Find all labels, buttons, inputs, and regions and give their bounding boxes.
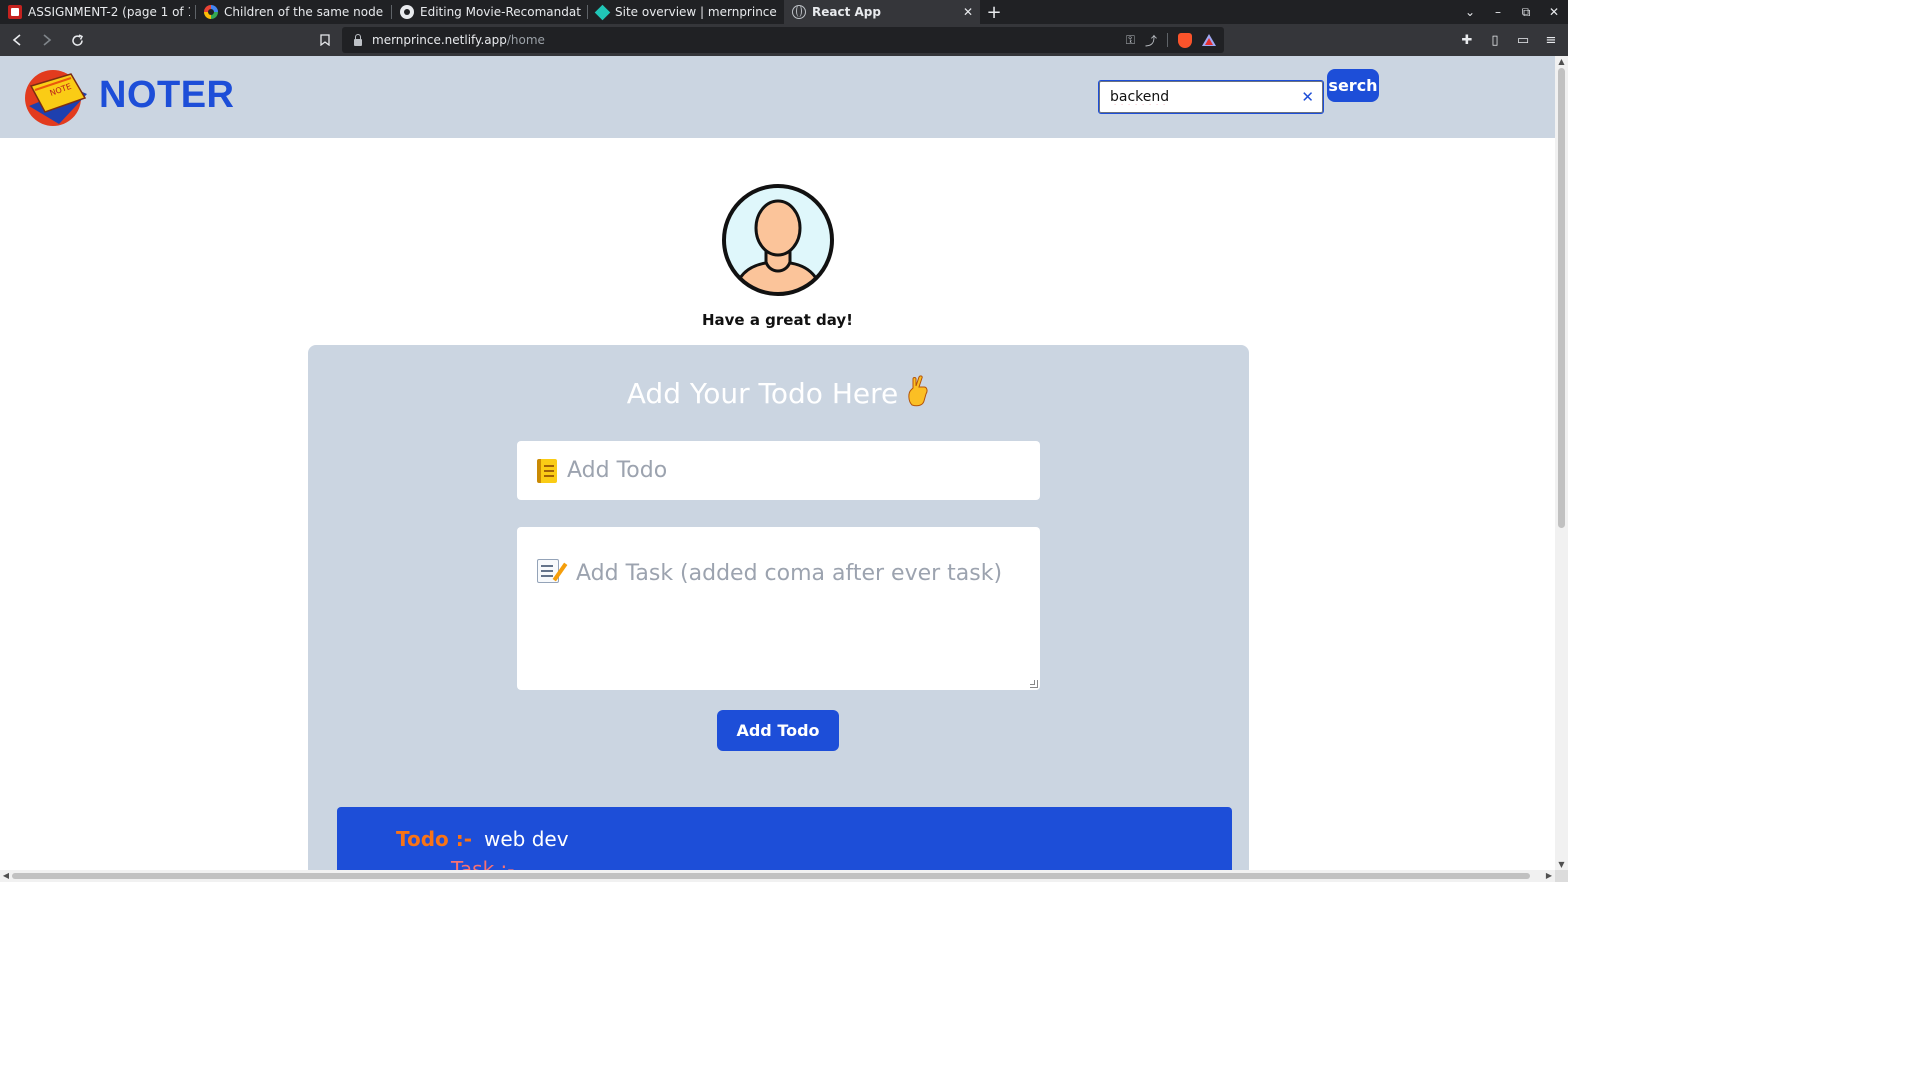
page-viewport: NOTE NOTER ✕ serch Have a great day! Add… <box>0 56 1555 870</box>
lock-icon[interactable] <box>354 33 362 46</box>
browser-tab[interactable]: Children of the same node are <box>196 0 392 24</box>
pdf-icon <box>8 5 22 19</box>
todo-card: Todo :- web dev Task :- <box>337 807 1232 870</box>
user-avatar <box>722 184 834 296</box>
browser-tab[interactable]: Editing Movie-Recomandation <box>392 0 588 24</box>
new-tab-button[interactable]: + <box>980 0 1008 24</box>
brand-title[interactable]: NOTER <box>99 74 235 117</box>
search-input[interactable] <box>1110 89 1290 105</box>
tab-search-icon[interactable]: ⌄ <box>1456 5 1484 19</box>
github-icon <box>400 5 414 19</box>
todo-input-placeholder: Add Todo <box>567 458 668 483</box>
todo-input[interactable]: Add Todo <box>517 441 1040 500</box>
tab-title: Children of the same node are <box>224 5 386 19</box>
horizontal-scrollbar[interactable]: ◀ ▶ <box>0 870 1555 882</box>
todo-value: web dev <box>484 827 569 851</box>
restore-icon[interactable]: ⧉ <box>1512 5 1540 20</box>
form-title: Add Your Todo Here <box>308 375 1249 410</box>
back-icon[interactable] <box>4 27 30 53</box>
close-tab-icon[interactable]: ✕ <box>962 5 974 19</box>
horizontal-scroll-thumb[interactable] <box>12 873 1530 879</box>
noter-logo-icon[interactable]: NOTE <box>23 66 89 128</box>
browser-tab-active[interactable]: React App ✕ <box>784 0 980 24</box>
wallet-icon[interactable]: ▭ <box>1512 33 1534 48</box>
notebook-icon <box>537 458 557 483</box>
tab-title: Editing Movie-Recomandation <box>420 5 582 19</box>
scroll-right-icon[interactable]: ▶ <box>1543 870 1555 882</box>
toolbar-actions: ✚ ▯ ▭ ≡ <box>1456 24 1562 56</box>
share-icon[interactable]: ⤴ <box>1145 32 1157 49</box>
url-path: /home <box>506 33 545 47</box>
search-button[interactable]: serch <box>1327 69 1379 102</box>
minimize-icon[interactable]: – <box>1484 5 1512 19</box>
reload-icon[interactable] <box>64 27 90 53</box>
add-todo-button[interactable]: Add Todo <box>717 710 839 751</box>
menu-icon[interactable]: ≡ <box>1540 33 1562 48</box>
address-bar-actions: ⚿ ⤴ <box>1126 27 1216 53</box>
memo-icon <box>537 559 559 583</box>
url-host: mernprince.netlify.app <box>372 33 507 47</box>
separator <box>1167 33 1168 47</box>
todo-label: Todo :- <box>396 827 473 851</box>
task-textarea[interactable]: Add Task (added coma after ever task) <box>517 527 1040 690</box>
netlify-icon <box>594 4 611 20</box>
vertical-scroll-thumb[interactable] <box>1558 68 1565 528</box>
resize-handle[interactable] <box>1030 680 1038 688</box>
forward-icon[interactable] <box>34 27 60 53</box>
form-title-text: Add Your Todo Here <box>626 377 899 410</box>
crossed-fingers-icon <box>908 375 928 407</box>
tab-title: Site overview | mernprince <box>615 5 777 19</box>
browser-toolbar: mernprince.netlify.app/home ⚿ ⤴ ✚ ▯ ▭ ≡ <box>0 24 1568 56</box>
bookmark-icon[interactable] <box>314 27 336 53</box>
browser-tab-bar: ASSIGNMENT-2 (page 1 of 12) Children of … <box>0 0 1568 24</box>
google-icon <box>204 5 218 19</box>
task-textarea-placeholder: Add Task (added coma after ever task) <box>576 561 1003 586</box>
scrollbar-corner <box>1555 870 1568 882</box>
globe-icon <box>792 5 806 19</box>
add-todo-card: Add Your Todo Here Add Todo Add Task (ad… <box>308 345 1249 870</box>
scroll-left-icon[interactable]: ◀ <box>0 870 12 882</box>
window-controls: ⌄ – ⧉ ✕ <box>1456 0 1568 24</box>
key-icon[interactable]: ⚿ <box>1126 33 1135 48</box>
extensions-icon[interactable]: ✚ <box>1456 33 1478 48</box>
close-window-icon[interactable]: ✕ <box>1540 5 1568 19</box>
sidebar-icon[interactable]: ▯ <box>1484 33 1506 48</box>
search-field[interactable]: ✕ <box>1098 80 1324 114</box>
address-bar[interactable]: mernprince.netlify.app/home ⚿ ⤴ <box>342 27 1224 53</box>
clear-search-icon[interactable]: ✕ <box>1301 88 1314 106</box>
brave-shields-icon[interactable] <box>1178 32 1192 48</box>
browser-tab[interactable]: ASSIGNMENT-2 (page 1 of 12) <box>0 0 196 24</box>
scroll-down-icon[interactable]: ▼ <box>1555 860 1568 869</box>
vertical-scrollbar[interactable]: ▲ ▼ <box>1555 56 1568 870</box>
tab-title: ASSIGNMENT-2 (page 1 of 12) <box>28 5 190 19</box>
task-label: Task :- <box>451 857 515 870</box>
tab-title: React App <box>812 5 881 19</box>
brave-rewards-icon[interactable] <box>1202 34 1216 46</box>
greeting-text: Have a great day! <box>701 311 854 329</box>
browser-tab[interactable]: Site overview | mernprince <box>588 0 784 24</box>
app-navbar: NOTE NOTER ✕ serch <box>0 56 1555 138</box>
scroll-up-icon[interactable]: ▲ <box>1555 57 1568 66</box>
